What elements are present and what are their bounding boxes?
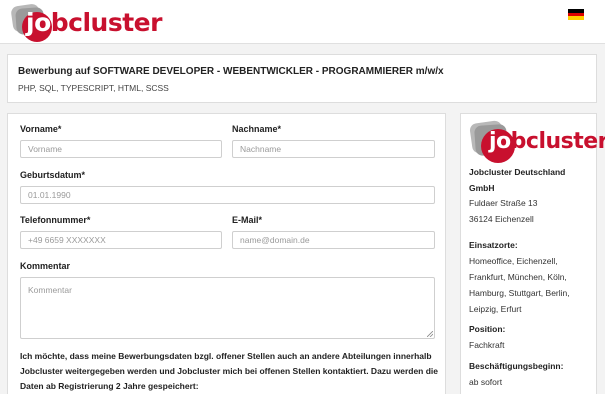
application-form: Vorname* Nachname* Geburtsdatum* Telefon… [7, 113, 446, 394]
email-input[interactable] [232, 231, 435, 249]
company-name-line1: Jobcluster Deutschland [469, 167, 566, 177]
company-street: Fuldaer Straße 13 [469, 198, 538, 208]
position-value: Fachkraft [469, 340, 505, 350]
logo-text: jobcluster [26, 7, 162, 37]
comment-textarea[interactable] [20, 277, 435, 339]
consent-text: Ich möchte, dass meine Bewerbungsdaten b… [20, 351, 439, 391]
job-header-card: Bewerbung auf SOFTWARE DEVELOPER - WEBEN… [7, 54, 597, 103]
company-info-card: jobcluster Jobcluster Deutschland GmbH F… [460, 113, 605, 394]
last-name-label: Nachname* [232, 124, 282, 134]
locations-label: Einsatzorte: [469, 240, 518, 250]
locations-line: Leipzig, Erfurt [469, 304, 522, 314]
start-label: Beschäftigungsbeginn: [469, 361, 564, 371]
phone-label: Telefonnummer* [20, 215, 91, 225]
birthdate-input[interactable] [20, 186, 435, 204]
locations-line: Homeoffice, Eichenzell, [469, 256, 558, 266]
jobcluster-logo[interactable]: jobcluster [10, 3, 162, 42]
job-skills: PHP, SQL, TYPESCRIPT, HTML, SCSS [18, 83, 169, 93]
birthdate-label: Geburtsdatum* [20, 170, 86, 180]
locations-line: Hamburg, Stuttgart, Berlin, [469, 288, 570, 298]
resize-handle-icon[interactable] [427, 331, 433, 337]
start-value: ab sofort [469, 377, 503, 387]
company-logo-text: jobcluster [489, 128, 605, 154]
last-name-input[interactable] [232, 140, 435, 158]
de-flag-icon[interactable] [568, 9, 584, 21]
first-name-label: Vorname* [20, 124, 62, 134]
top-bar: jobcluster [0, 0, 605, 44]
company-city: 36124 Eichenzell [469, 214, 534, 224]
position-label: Position: [469, 324, 506, 334]
company-name-line2: GmbH [469, 183, 495, 193]
locations-line: Frankfurt, München, Köln, [469, 272, 567, 282]
job-title: Bewerbung auf SOFTWARE DEVELOPER - WEBEN… [18, 66, 444, 77]
phone-input[interactable] [20, 231, 222, 249]
comment-label: Kommentar [20, 261, 71, 271]
email-label: E-Mail* [232, 215, 263, 225]
first-name-input[interactable] [20, 140, 222, 158]
company-logo: jobcluster [469, 119, 605, 163]
